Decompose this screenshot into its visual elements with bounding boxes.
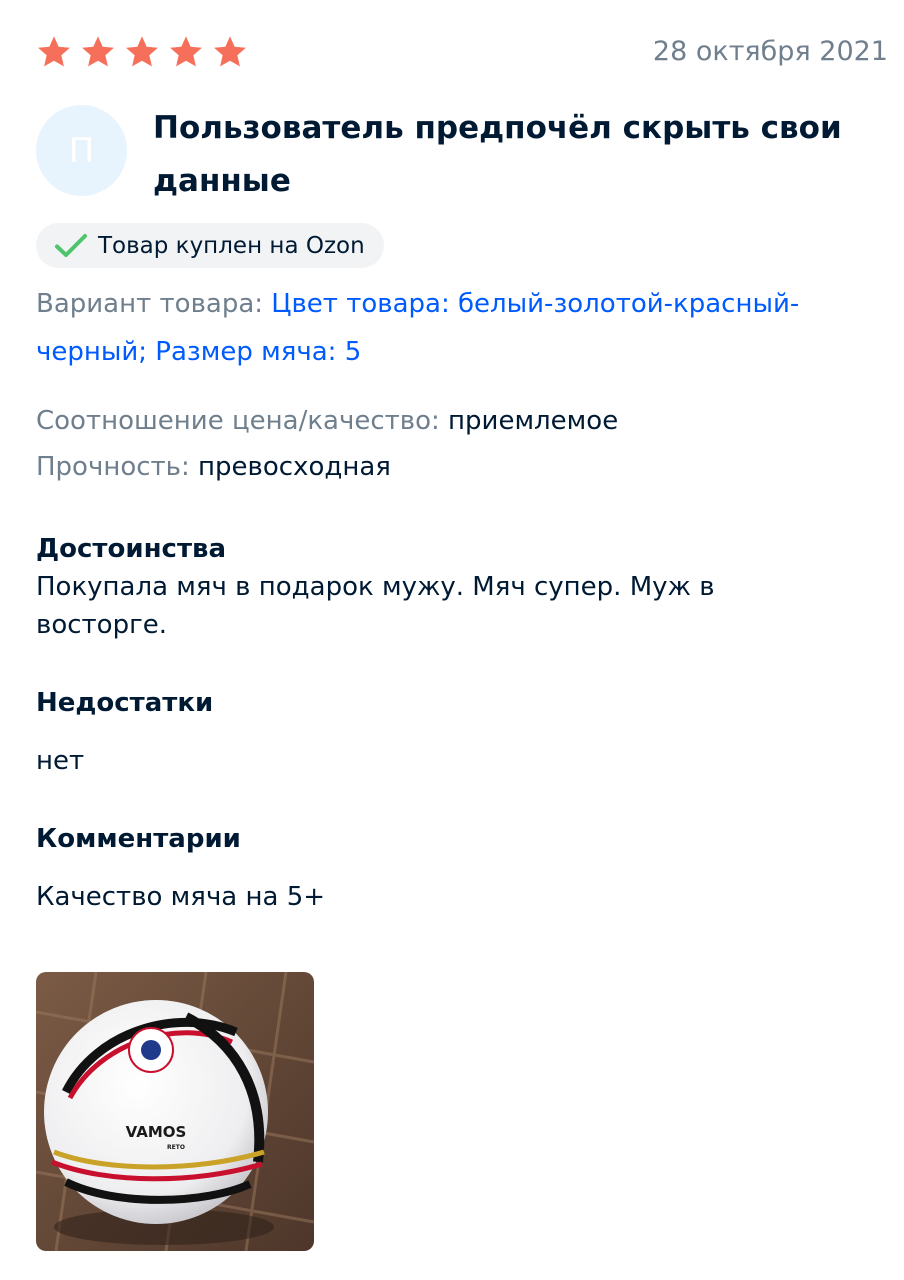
comments-text: Качество мяча на 5+ — [36, 882, 326, 912]
star-icon — [38, 36, 70, 67]
star-icon — [82, 36, 114, 67]
comments-title: Комментарии — [36, 824, 241, 854]
product-variant: Вариант товара: Цвет товара: белый-золот… — [36, 280, 876, 376]
variant-label: Вариант товара: — [36, 289, 264, 319]
star-icon — [126, 36, 158, 67]
check-icon — [55, 233, 87, 257]
review-photo[interactable]: VAMOS RETO — [36, 972, 314, 1251]
attribute-value: приемлемое — [448, 406, 619, 436]
star-icon — [170, 36, 202, 67]
attribute-durability: Прочность: превосходная — [36, 452, 391, 482]
avatar: П — [36, 105, 127, 196]
verified-purchase-badge: Товар куплен на Ozon — [36, 223, 384, 268]
author-name: Пользователь предпочёл скрыть свои данны… — [153, 110, 842, 199]
badge-label: Товар куплен на Ozon — [98, 232, 365, 259]
star-icon — [214, 36, 246, 67]
pros-title: Достоинства — [36, 534, 227, 564]
ball-brand: VAMOS — [126, 1123, 187, 1141]
cons-title: Недостатки — [36, 688, 214, 718]
pros-text: Покупала мяч в подарок мужу. Мяч супер. … — [36, 572, 715, 640]
attribute-price-quality: Соотношение цена/качество: приемлемое — [36, 406, 618, 436]
review-date: 28 октября 2021 — [652, 36, 888, 67]
attribute-label: Соотношение цена/качество: — [36, 406, 440, 436]
attribute-label: Прочность: — [36, 452, 190, 482]
cons-text: нет — [36, 746, 85, 776]
attribute-value: превосходная — [198, 452, 391, 482]
rating-stars — [36, 34, 248, 70]
ball-model: RETO — [167, 1144, 185, 1151]
